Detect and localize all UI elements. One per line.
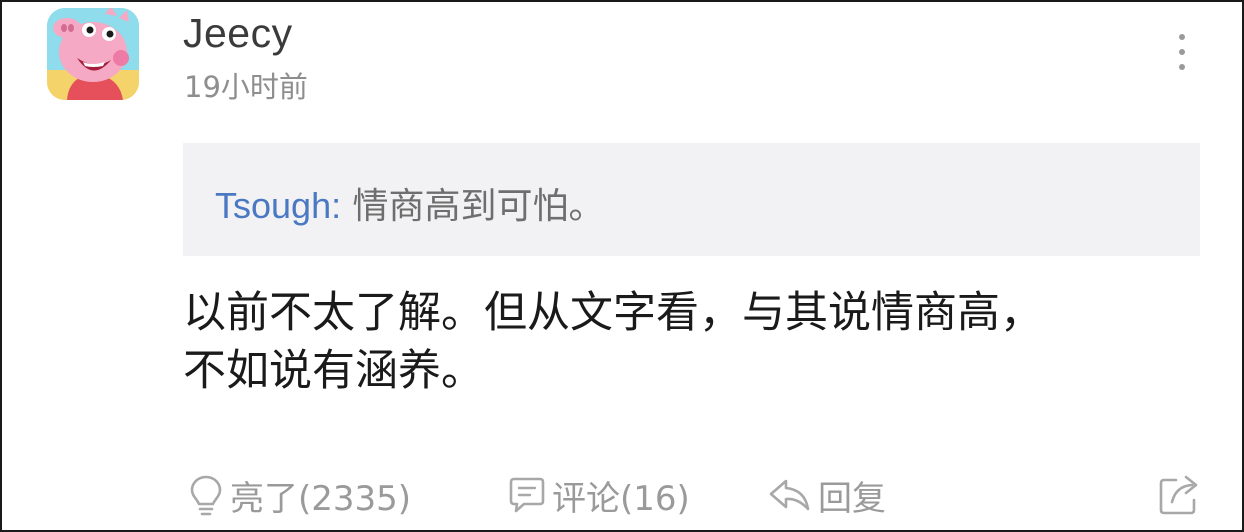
- more-vertical-icon[interactable]: [1162, 30, 1202, 74]
- quoted-comment-text: Tsough: 情商高到可怕。: [215, 177, 605, 229]
- light-button[interactable]: 亮了(2335): [188, 470, 411, 520]
- comment-label: 评论(16): [552, 478, 690, 519]
- action-bar: 亮了(2335) 评论(16) 回复: [188, 470, 1208, 520]
- more-dot: [1179, 64, 1185, 70]
- comment-bubble-icon: [509, 477, 545, 513]
- light-label: 亮了(2335): [230, 478, 412, 519]
- peppa-pig-avatar-icon: [47, 8, 139, 100]
- quoted-comment[interactable]: Tsough: 情商高到可怕。: [183, 143, 1200, 256]
- timestamp: 19小时前: [184, 70, 308, 104]
- comment-body: 以前不太了解。但从文字看，与其说情商高， 不如说有涵养。: [183, 284, 1183, 400]
- avatar[interactable]: [47, 8, 139, 100]
- comment-body-line: 不如说有涵养。: [183, 346, 484, 396]
- comment-body-line: 以前不太了解。但从文字看，与其说情商高，: [183, 288, 1043, 338]
- comment-card: Jeecy 19小时前 Tsough: 情商高到可怕。 以前不太了解。但从文字看…: [0, 0, 1244, 532]
- share-button[interactable]: [1158, 472, 1202, 520]
- comment-button[interactable]: 评论(16): [508, 470, 690, 520]
- more-dot: [1179, 34, 1185, 40]
- lightbulb-icon: [190, 475, 222, 516]
- share-icon: [1159, 475, 1198, 515]
- username[interactable]: Jeecy: [183, 10, 293, 57]
- more-dot: [1179, 49, 1185, 55]
- reply-label: 回复: [818, 478, 886, 519]
- quoted-body: 情商高到可怕。: [352, 186, 605, 227]
- quoted-author[interactable]: Tsough:: [215, 185, 341, 226]
- reply-arrow-icon: [769, 479, 810, 511]
- reply-button[interactable]: 回复: [768, 470, 886, 520]
